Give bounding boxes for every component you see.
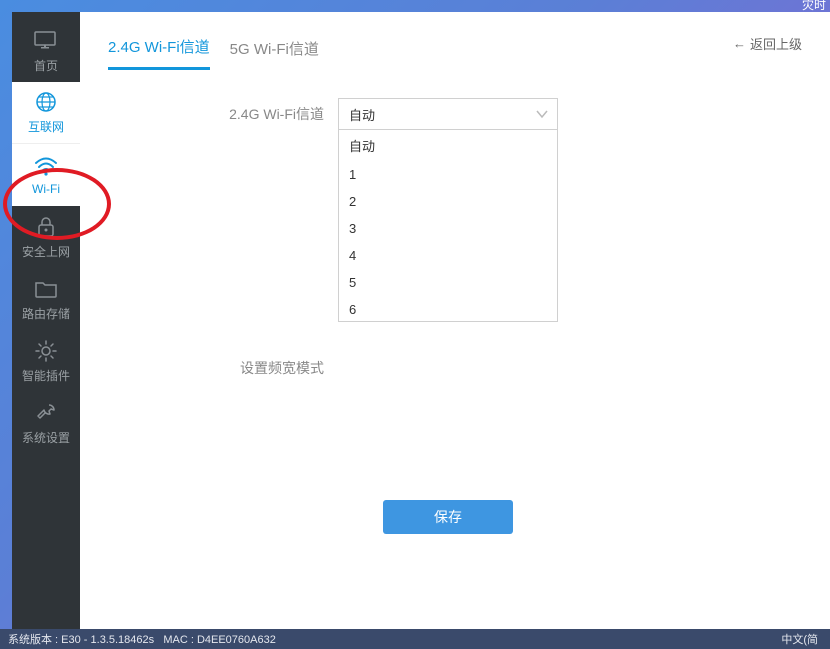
footer: 系统版本 : E30 - 1.3.5.18462s MAC : D4EE0760… [0, 629, 830, 649]
sidebar-item-wifi[interactable]: Wi-Fi [12, 144, 80, 206]
tab-5g[interactable]: 5G Wi-Fi信道 [230, 32, 319, 69]
channel-option[interactable]: 3 [339, 215, 557, 242]
sidebar-item-label: 安全上网 [22, 243, 70, 260]
folder-icon [34, 277, 58, 301]
channel-option[interactable]: 自动 [339, 130, 557, 161]
channel-selected-value: 自动 [349, 105, 375, 124]
wifi-icon [34, 154, 58, 178]
sidebar-item-home[interactable]: 首页 [12, 20, 80, 82]
sun-icon [34, 339, 58, 363]
chevron-down-icon [535, 107, 549, 121]
globe-icon [34, 90, 58, 114]
sidebar-item-security[interactable]: 安全上网 [12, 206, 80, 268]
sidebar: 首页 互联网 Wi-Fi 安全上网 路由存储 [12, 12, 80, 629]
channel-option[interactable]: 2 [339, 188, 557, 215]
back-link-label: 返回上级 [750, 34, 802, 53]
wrench-icon [34, 401, 58, 425]
channel-option[interactable]: 6 [339, 296, 557, 322]
sidebar-item-plugins[interactable]: 智能插件 [12, 330, 80, 392]
footer-lang[interactable]: 中文(简 [781, 631, 822, 647]
tab-24g[interactable]: 2.4G Wi-Fi信道 [108, 30, 210, 70]
sidebar-item-label: 系统设置 [22, 429, 70, 446]
app-window: 首页 互联网 Wi-Fi 安全上网 路由存储 [12, 12, 830, 629]
footer-left: 系统版本 : E30 - 1.3.5.18462s MAC : D4EE0760… [8, 631, 276, 647]
channel-select[interactable]: 自动 [338, 98, 558, 130]
lock-icon [34, 215, 58, 239]
channel-option[interactable]: 1 [339, 161, 557, 188]
sidebar-item-label: 互联网 [28, 118, 64, 135]
content-area: 2.4G Wi-Fi信道 5G Wi-Fi信道 ← 返回上级 2.4G Wi-F… [80, 12, 830, 629]
sidebar-item-label: 路由存储 [22, 305, 70, 322]
channel-option[interactable]: 5 [339, 269, 557, 296]
arrow-left-icon: ← [733, 36, 746, 51]
save-button[interactable]: 保存 [383, 500, 513, 534]
channel-label: 2.4G Wi-Fi信道 [108, 98, 338, 124]
sidebar-item-label: 智能插件 [22, 367, 70, 384]
monitor-icon [34, 29, 58, 53]
sidebar-item-settings[interactable]: 系统设置 [12, 392, 80, 454]
sidebar-item-storage[interactable]: 路由存储 [12, 268, 80, 330]
sidebar-item-label: Wi-Fi [32, 182, 60, 196]
back-link[interactable]: ← 返回上级 [733, 34, 802, 53]
tabs: 2.4G Wi-Fi信道 5G Wi-Fi信道 [108, 30, 802, 70]
channel-dropdown[interactable]: 自动 1 2 3 4 5 6 [338, 130, 558, 322]
sidebar-item-internet[interactable]: 互联网 [12, 82, 80, 144]
sidebar-item-label: 首页 [34, 57, 58, 74]
channel-option[interactable]: 4 [339, 242, 557, 269]
